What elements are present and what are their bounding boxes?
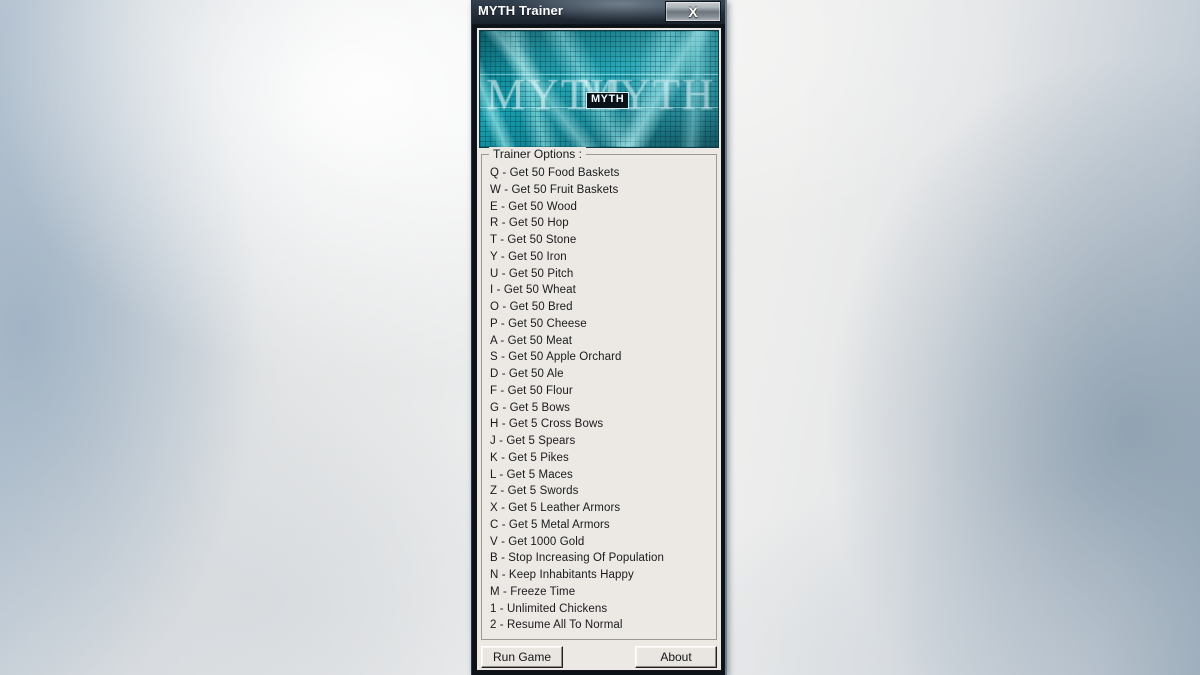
trainer-option-item[interactable]: C - Get 5 Metal Armors [490,517,716,534]
trainer-option-item[interactable]: 1 - Unlimited Chickens [490,601,716,618]
trainer-option-item[interactable]: J - Get 5 Spears [490,433,716,450]
trainer-option-item[interactable]: R - Get 50 Hop [490,215,716,232]
banner-logo-badge: MYTH [586,92,630,109]
trainer-option-item[interactable]: M - Freeze Time [490,584,716,601]
trainer-option-item[interactable]: Z - Get 5 Swords [490,483,716,500]
window-titlebar[interactable]: MYTH Trainer X [472,0,725,25]
trainer-option-item[interactable]: W - Get 50 Fruit Baskets [490,182,716,199]
trainer-options-group: Trainer Options : Q - Get 50 Food Basket… [481,147,717,640]
trainer-option-item[interactable]: O - Get 50 Bred [490,299,716,316]
trainer-option-item[interactable]: B - Stop Increasing Of Population [490,550,716,567]
trainer-option-item[interactable]: H - Get 5 Cross Bows [490,416,716,433]
trainer-option-item[interactable]: L - Get 5 Maces [490,467,716,484]
trainer-window: MYTH Trainer X MYTH MYTH MYTH Trainer Op… [471,0,727,675]
window-title: MYTH Trainer [478,3,563,18]
footer-button-bar: Run Game About [479,646,719,668]
trainer-option-item[interactable]: V - Get 1000 Gold [490,534,716,551]
run-game-button[interactable]: Run Game [481,646,563,668]
trainer-option-item[interactable]: D - Get 50 Ale [490,366,716,383]
trainer-options-list: Q - Get 50 Food Baskets W - Get 50 Fruit … [482,165,716,634]
desktop-background: MYTH Trainer X MYTH MYTH MYTH Trainer Op… [0,0,1200,675]
close-button[interactable]: X [665,1,721,22]
trainer-option-item[interactable]: K - Get 5 Pikes [490,450,716,467]
trainer-option-item[interactable]: F - Get 50 Flour [490,383,716,400]
trainer-option-item[interactable]: S - Get 50 Apple Orchard [490,349,716,366]
trainer-option-item[interactable]: I - Get 50 Wheat [490,282,716,299]
banner-grid-overlay [480,31,718,147]
trainer-option-item[interactable]: A - Get 50 Meat [490,333,716,350]
myth-banner-image: MYTH MYTH MYTH [479,30,719,148]
banner-rule-top [480,74,718,75]
trainer-option-item[interactable]: U - Get 50 Pitch [490,266,716,283]
trainer-options-legend: Trainer Options : [489,147,586,161]
trainer-option-item[interactable]: X - Get 5 Leather Armors [490,500,716,517]
trainer-option-item[interactable]: T - Get 50 Stone [490,232,716,249]
banner-light-streaks [480,31,718,147]
trainer-option-item[interactable]: Y - Get 50 Iron [490,249,716,266]
window-client-area: MYTH MYTH MYTH Trainer Options : Q - Get… [476,27,722,671]
about-button[interactable]: About [635,646,717,668]
trainer-option-item[interactable]: 2 - Resume All To Normal [490,617,716,634]
trainer-option-item[interactable]: E - Get 50 Wood [490,199,716,216]
trainer-option-item[interactable]: G - Get 5 Bows [490,400,716,417]
trainer-option-item[interactable]: N - Keep Inhabitants Happy [490,567,716,584]
trainer-option-item[interactable]: P - Get 50 Cheese [490,316,716,333]
close-icon: X [688,3,698,20]
trainer-option-item[interactable]: Q - Get 50 Food Baskets [490,165,716,182]
